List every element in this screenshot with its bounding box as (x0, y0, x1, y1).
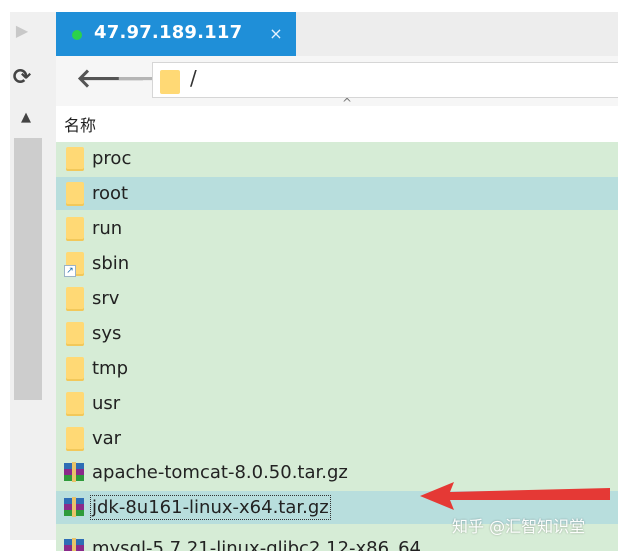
list-item[interactable]: ↗ sbin (56, 247, 618, 280)
file-name: mysql-5.7.21-linux-glibc2.12-x86_64 (92, 538, 421, 551)
folder-icon (66, 287, 84, 311)
file-name: sbin (92, 253, 130, 274)
list-item[interactable]: var (56, 422, 618, 455)
file-name: apache-tomcat-8.0.50.tar.gz (92, 462, 348, 483)
folder-icon (66, 217, 84, 241)
scroll-up-icon[interactable]: ▲ (14, 104, 38, 132)
tab-session[interactable]: 47.97.189.117 × (56, 12, 296, 56)
connection-status-icon (72, 30, 82, 40)
list-item[interactable]: srv (56, 282, 618, 315)
file-name: root (92, 183, 129, 204)
file-name: tmp (92, 358, 129, 379)
ftp-client-window: ▶ ⟳ ▲ 47.97.189.117 × 🡐 🡒 / 名称 ^ proc ro… (0, 0, 618, 551)
archive-icon (64, 462, 84, 482)
close-icon[interactable]: × (268, 24, 284, 44)
folder-icon (66, 147, 84, 171)
tab-title: 47.97.189.117 (94, 22, 243, 43)
file-name: sys (92, 323, 122, 344)
refresh-icon[interactable]: ⟳ (10, 64, 34, 92)
folder-icon (66, 357, 84, 381)
red-arrow-annotation (420, 482, 610, 510)
folder-icon (66, 322, 84, 346)
path-input[interactable] (152, 62, 618, 98)
shortcut-overlay-icon: ↗ (64, 265, 76, 277)
file-name: usr (92, 393, 121, 414)
file-name: srv (92, 288, 120, 309)
back-arrow-icon[interactable]: 🡐 (76, 64, 146, 94)
file-name: proc (92, 148, 132, 169)
folder-icon (160, 70, 180, 94)
forward-arrow-icon[interactable]: 🡒 (116, 64, 186, 94)
scrollbar-thumb[interactable] (14, 138, 42, 400)
file-name: run (92, 218, 123, 239)
folder-icon (66, 182, 84, 206)
archive-icon (64, 497, 84, 517)
current-path: / (190, 66, 197, 90)
tab-scroll-left-icon[interactable]: ▶ (10, 18, 34, 44)
list-item[interactable]: usr (56, 387, 618, 420)
list-item[interactable]: root (56, 177, 618, 210)
column-header (56, 106, 618, 143)
list-item[interactable]: sys (56, 317, 618, 350)
list-item[interactable]: tmp (56, 352, 618, 385)
column-name-header[interactable]: 名称 (64, 112, 96, 136)
watermark-text: 知乎 @汇智知识堂 (452, 517, 586, 536)
sort-indicator-icon: ^ (342, 96, 353, 110)
list-item[interactable]: proc (56, 142, 618, 175)
file-name: jdk-8u161-linux-x64.tar.gz (90, 495, 331, 520)
list-item[interactable]: run (56, 212, 618, 245)
archive-icon (64, 538, 84, 551)
folder-icon (66, 392, 84, 416)
folder-icon (66, 427, 84, 451)
file-name: var (92, 428, 122, 449)
